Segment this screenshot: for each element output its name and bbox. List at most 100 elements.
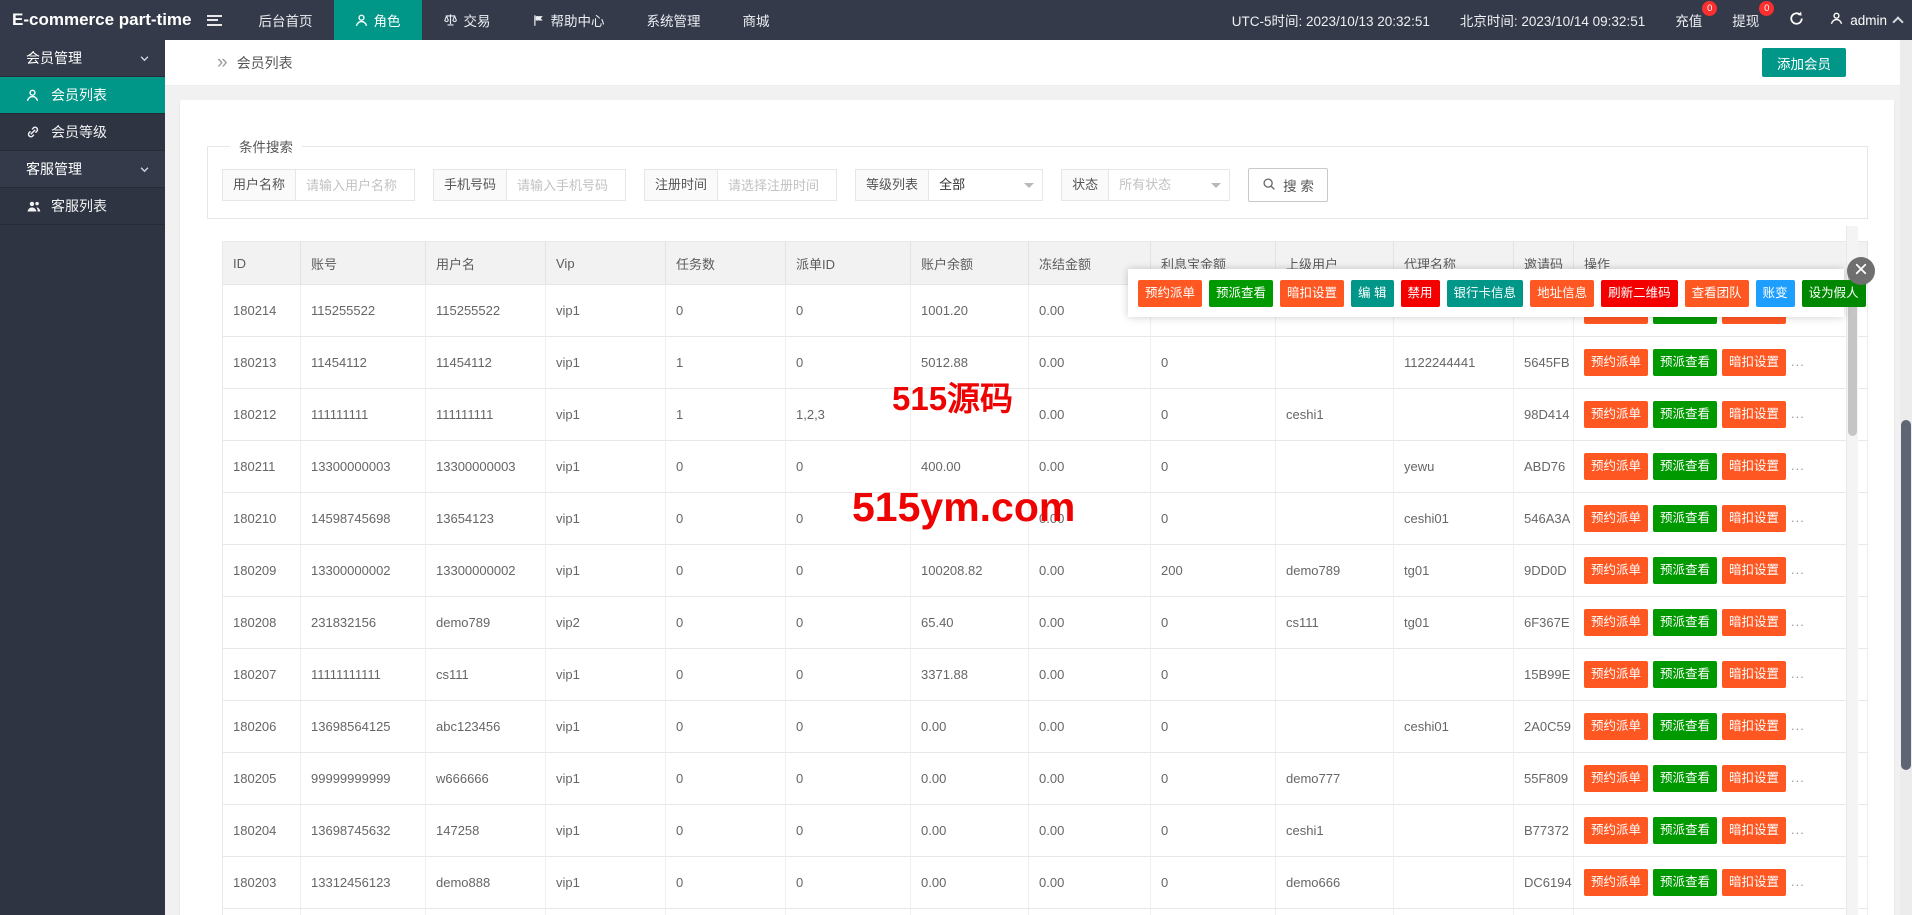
topnav-item[interactable]: 帮助中心 xyxy=(512,0,626,40)
row-action-button[interactable]: 暗扣设置 xyxy=(1722,453,1786,480)
topnav-item[interactable]: 后台首页 xyxy=(238,0,334,40)
cell-id: 180202 xyxy=(223,909,301,915)
search-button[interactable]: 搜 索 xyxy=(1248,168,1328,202)
popup-action-button[interactable]: 暗扣设置 xyxy=(1280,280,1344,307)
topnav-item[interactable]: 商城 xyxy=(722,0,791,40)
add-member-button[interactable]: 添加会员 xyxy=(1762,48,1846,77)
row-action-button[interactable]: 预派查看 xyxy=(1653,505,1717,532)
row-action-button[interactable]: 预派查看 xyxy=(1653,609,1717,636)
sidebar-item-客服列表[interactable]: 客服列表 xyxy=(0,188,165,225)
cell-frozen: 0.00 xyxy=(1029,753,1151,805)
more-actions-button[interactable]: ... xyxy=(1791,770,1805,785)
row-action-button[interactable]: 预约派单 xyxy=(1584,505,1648,532)
more-actions-button[interactable]: ... xyxy=(1791,822,1805,837)
row-action-button[interactable]: 预派查看 xyxy=(1653,869,1717,896)
status-select[interactable]: 所有状态 xyxy=(1108,169,1230,201)
popup-action-button[interactable]: 查看团队 xyxy=(1685,280,1749,307)
popup-action-button[interactable]: 刷新二维码 xyxy=(1601,280,1678,307)
cell-id: 180204 xyxy=(223,805,301,857)
popup-action-button[interactable]: 地址信息 xyxy=(1530,280,1594,307)
cell-vip: vip1 xyxy=(546,909,666,915)
refresh-button[interactable] xyxy=(1789,11,1804,29)
row-action-button[interactable]: 暗扣设置 xyxy=(1722,557,1786,584)
more-actions-button[interactable]: ... xyxy=(1791,874,1805,889)
row-action-button[interactable]: 预派查看 xyxy=(1653,557,1717,584)
recharge-link[interactable]: 充值 0 xyxy=(1675,10,1702,30)
page-scrollbar-thumb[interactable] xyxy=(1901,420,1911,770)
row-action-button[interactable]: 预约派单 xyxy=(1584,609,1648,636)
row-action-button[interactable]: 预约派单 xyxy=(1584,349,1648,376)
row-action-button[interactable]: 预约派单 xyxy=(1584,557,1648,584)
row-action-button[interactable]: 预约派单 xyxy=(1584,453,1648,480)
sidebar-group[interactable]: 会员管理 xyxy=(0,40,165,77)
table-scrollbar[interactable] xyxy=(1846,226,1858,915)
cell-tasks: 0 xyxy=(666,701,786,753)
sidebar-group[interactable]: 客服管理 xyxy=(0,151,165,188)
chevron-down-icon xyxy=(139,164,150,175)
phone-filter-input[interactable] xyxy=(506,169,626,201)
more-actions-button[interactable]: ... xyxy=(1791,614,1805,629)
row-action-button[interactable]: 暗扣设置 xyxy=(1722,869,1786,896)
row-action-button[interactable]: 暗扣设置 xyxy=(1722,401,1786,428)
table-row: 1802101459874569813654123vip1000.000cesh… xyxy=(223,493,1868,545)
row-action-button[interactable]: 预派查看 xyxy=(1653,817,1717,844)
popup-action-button[interactable]: 编 辑 xyxy=(1351,280,1393,307)
level-select[interactable]: 全部 xyxy=(928,169,1043,201)
more-actions-button[interactable]: ... xyxy=(1791,354,1805,369)
row-action-button[interactable]: 暗扣设置 xyxy=(1722,349,1786,376)
row-action-button[interactable]: 暗扣设置 xyxy=(1722,505,1786,532)
more-actions-button[interactable]: ... xyxy=(1791,458,1805,473)
row-action-button[interactable]: 预约派单 xyxy=(1584,661,1648,688)
row-action-button[interactable]: 预约派单 xyxy=(1584,713,1648,740)
cell-dispatch_id: 0 xyxy=(786,805,911,857)
row-action-button[interactable]: 预派查看 xyxy=(1653,401,1717,428)
row-action-button[interactable]: 预派查看 xyxy=(1653,765,1717,792)
row-action-button[interactable]: 暗扣设置 xyxy=(1722,713,1786,740)
sidebar-item-会员列表[interactable]: 会员列表 xyxy=(0,77,165,114)
cell-actions: 预约派单预派查看暗扣设置... xyxy=(1574,909,1868,915)
sidebar-item-会员等级[interactable]: 会员等级 xyxy=(0,114,165,151)
popup-action-button[interactable]: 银行卡信息 xyxy=(1447,280,1524,307)
topnav-item-label: 商城 xyxy=(743,10,770,30)
username-filter-input[interactable] xyxy=(295,169,415,201)
row-action-button[interactable]: 暗扣设置 xyxy=(1722,817,1786,844)
cell-username: 115255522 xyxy=(426,285,546,337)
close-popup-button[interactable] xyxy=(1847,257,1875,285)
popup-action-button[interactable]: 账变 xyxy=(1756,280,1795,307)
popup-action-button[interactable]: 禁用 xyxy=(1401,280,1440,307)
row-action-button[interactable]: 暗扣设置 xyxy=(1722,765,1786,792)
row-action-button[interactable]: 预派查看 xyxy=(1653,713,1717,740)
row-action-button[interactable]: 预约派单 xyxy=(1584,401,1648,428)
user-menu[interactable]: admin xyxy=(1830,12,1902,28)
cell-account: 13698745632 xyxy=(301,805,426,857)
page-scrollbar[interactable] xyxy=(1900,40,1912,915)
cell-tasks: 1 xyxy=(666,337,786,389)
cell-id: 180208 xyxy=(223,597,301,649)
popup-action-button[interactable]: 预约派单 xyxy=(1138,280,1202,307)
row-action-button[interactable]: 预约派单 xyxy=(1584,765,1648,792)
row-action-button[interactable]: 暗扣设置 xyxy=(1722,609,1786,636)
cell-account: 13698564125 xyxy=(301,701,426,753)
topnav-item[interactable]: 角色 xyxy=(334,0,422,40)
row-action-button[interactable]: 预派查看 xyxy=(1653,453,1717,480)
sidebar-item-label: 会员列表 xyxy=(51,85,107,105)
more-actions-button[interactable]: ... xyxy=(1791,718,1805,733)
sidebar-toggle-button[interactable] xyxy=(192,0,238,40)
more-actions-button[interactable]: ... xyxy=(1791,510,1805,525)
row-action-button[interactable]: 预派查看 xyxy=(1653,661,1717,688)
withdraw-link[interactable]: 提现 0 xyxy=(1732,10,1759,30)
row-action-button[interactable]: 预派查看 xyxy=(1653,349,1717,376)
more-actions-button[interactable]: ... xyxy=(1791,666,1805,681)
column-header: Vip xyxy=(546,242,666,285)
more-actions-button[interactable]: ... xyxy=(1791,406,1805,421)
popup-action-button[interactable]: 预派查看 xyxy=(1209,280,1273,307)
cell-account: 13313313123 xyxy=(301,909,426,915)
row-action-button[interactable]: 暗扣设置 xyxy=(1722,661,1786,688)
row-action-button[interactable]: 预约派单 xyxy=(1584,817,1648,844)
cell-actions: 预约派单预派查看暗扣设置... xyxy=(1574,493,1868,545)
topnav-item[interactable]: 交易 xyxy=(422,0,512,40)
regtime-filter-input[interactable] xyxy=(717,169,837,201)
more-actions-button[interactable]: ... xyxy=(1791,562,1805,577)
topnav-item[interactable]: 系统管理 xyxy=(626,0,722,40)
row-action-button[interactable]: 预约派单 xyxy=(1584,869,1648,896)
